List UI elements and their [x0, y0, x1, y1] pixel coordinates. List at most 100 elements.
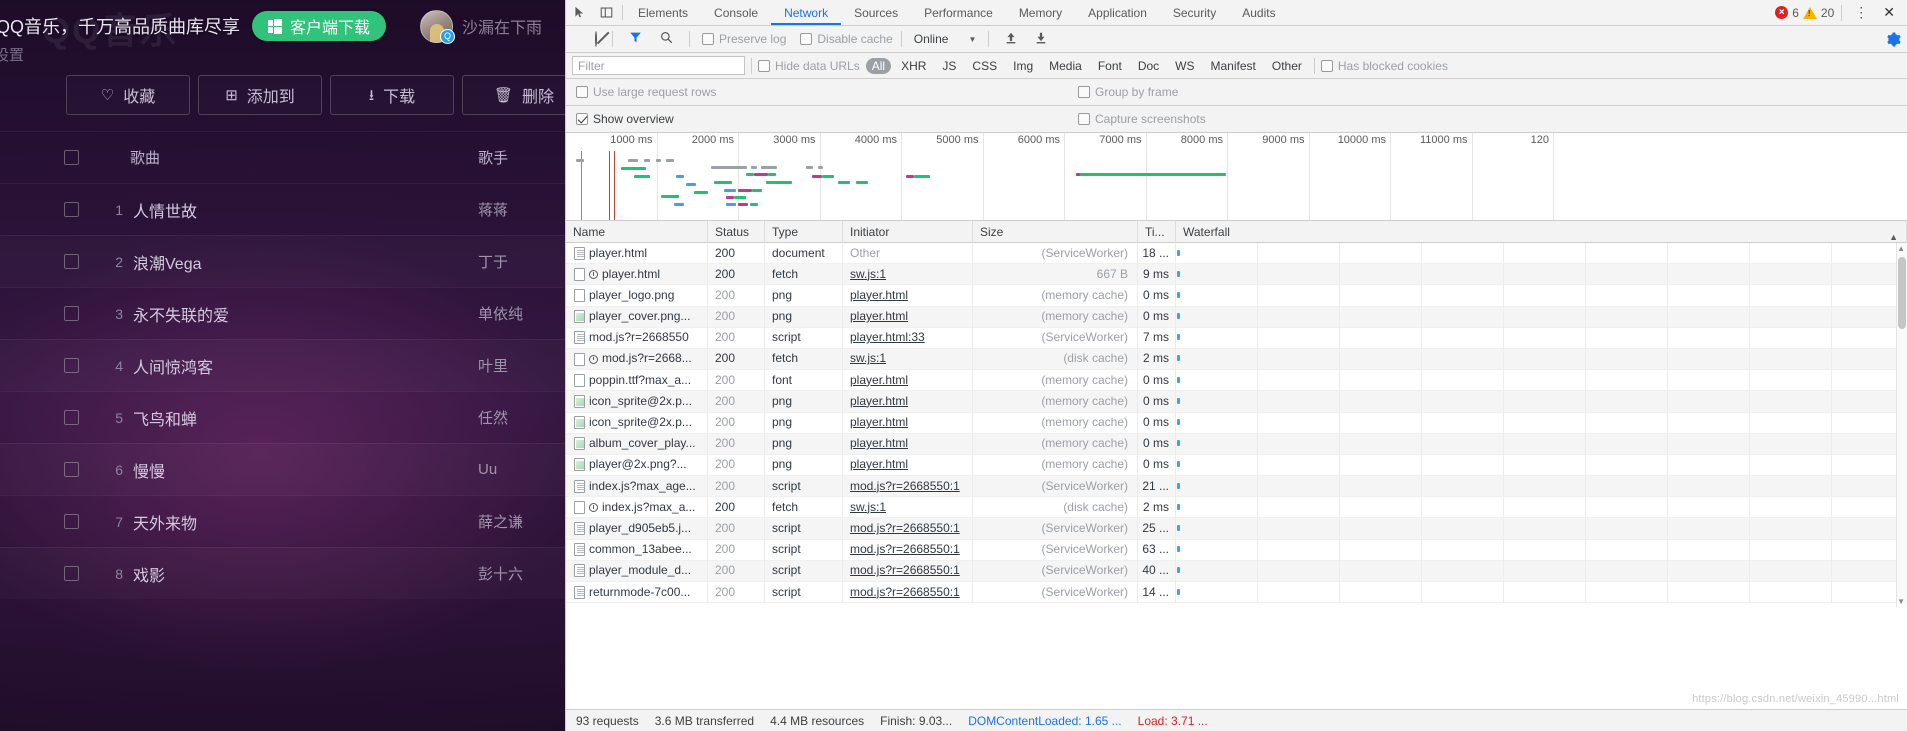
song-artist[interactable]: 叶里	[478, 355, 508, 376]
song-row[interactable]: 7 天外来物 薛之谦	[0, 495, 565, 547]
cell-name[interactable]: player.html	[566, 263, 708, 285]
filter-type-font[interactable]: Font	[1092, 58, 1128, 74]
initiator-value[interactable]: player.html:33	[850, 330, 925, 344]
cell-name[interactable]: player_d905eb5.j...	[566, 517, 708, 540]
preserve-log-checkbox[interactable]: Preserve log	[702, 32, 786, 46]
cell-name[interactable]: common_13abee...	[566, 539, 708, 561]
song-artist[interactable]: 彭十六	[478, 563, 523, 584]
initiator-value[interactable]: player.html	[850, 309, 908, 323]
song-title[interactable]: 戏影	[133, 562, 165, 586]
cell-name[interactable]: mod.js?r=2668...	[566, 348, 708, 370]
song-checkbox[interactable]	[64, 514, 79, 529]
song-checkbox[interactable]	[64, 410, 79, 425]
disable-cache-checkbox[interactable]: Disable cache	[800, 32, 893, 46]
song-title[interactable]: 人情世故	[133, 198, 197, 222]
tab-console[interactable]: Console	[701, 0, 771, 25]
cell-initiator[interactable]: player.html:33	[843, 327, 973, 349]
song-row[interactable]: 4 人间惊鸿客 叶里	[0, 339, 565, 391]
use-large-request-rows-checkbox[interactable]: Use large request rows	[576, 85, 716, 99]
cell-name[interactable]: player_cover.png...	[566, 306, 708, 328]
song-row[interactable]: 2 浪潮Vega 丁于	[0, 235, 565, 287]
cell-name[interactable]: icon_sprite@2x.p...	[566, 390, 708, 412]
scroll-up-icon[interactable]: ▲	[1897, 244, 1905, 253]
filter-type-js[interactable]: JS	[936, 58, 962, 74]
disable-cache-box[interactable]	[800, 33, 813, 45]
initiator-value[interactable]: sw.js:1	[850, 267, 886, 281]
song-title[interactable]: 天外来物	[133, 510, 197, 534]
cell-initiator[interactable]: sw.js:1	[843, 348, 973, 370]
cell-initiator[interactable]: mod.js?r=2668550:1	[843, 560, 973, 582]
table-row[interactable]: common_13abee... 200 script mod.js?r=266855…	[566, 539, 1907, 561]
table-row[interactable]: icon_sprite@2x.p... 200 png player.html (mem…	[566, 390, 1907, 413]
cell-name[interactable]: returnmode-7c00...	[566, 581, 708, 603]
column-header-waterfall[interactable]: Waterfall ▲	[1176, 220, 1907, 243]
filter-type-other[interactable]: Other	[1266, 58, 1308, 74]
cell-name[interactable]: icon_sprite@2x.p...	[566, 412, 708, 434]
playlist-action-1[interactable]: ♡ 收藏	[66, 75, 190, 115]
table-row[interactable]: player@2x.png?... 200 png player.html (memor…	[566, 454, 1907, 477]
cell-initiator[interactable]: player.html	[843, 306, 973, 328]
song-row[interactable]: 1 人情世故 蒋蒋	[0, 183, 565, 235]
warning-badge[interactable]: 20	[1802, 6, 1834, 20]
initiator-value[interactable]: mod.js?r=2668550:1	[850, 585, 960, 599]
table-row[interactable]: album_cover_play... 200 png player.html (mem…	[566, 433, 1907, 455]
initiator-value[interactable]: mod.js?r=2668550:1	[850, 521, 960, 535]
initiator-value[interactable]: player.html	[850, 457, 908, 471]
column-header-size[interactable]: Size	[973, 220, 1138, 243]
song-checkbox[interactable]	[64, 202, 79, 217]
initiator-value[interactable]: player.html	[850, 288, 908, 302]
song-artist[interactable]: 蒋蒋	[478, 199, 508, 220]
song-row[interactable]: 6 慢慢 Uu	[0, 443, 565, 495]
show-overview-checkbox[interactable]: Show overview	[576, 112, 674, 126]
capture-screenshots-checkbox[interactable]: Capture screenshots	[1078, 112, 1206, 126]
tab-performance[interactable]: Performance	[911, 0, 1006, 25]
filter-type-doc[interactable]: Doc	[1132, 58, 1165, 74]
cell-name[interactable]: mod.js?r=2668550	[566, 327, 708, 349]
column-header-initiator[interactable]: Initiator	[843, 220, 973, 243]
tab-sources[interactable]: Sources	[841, 0, 911, 25]
requests-scrollbar[interactable]: ▲ ▼	[1896, 243, 1907, 607]
cell-initiator[interactable]: mod.js?r=2668550:1	[843, 581, 973, 603]
song-title[interactable]: 人间惊鸿客	[133, 354, 213, 378]
initiator-value[interactable]: mod.js?r=2668550:1	[850, 479, 960, 493]
cell-initiator[interactable]: sw.js:1	[843, 496, 973, 518]
song-checkbox[interactable]	[64, 254, 79, 269]
cell-name[interactable]: index.js?max_a...	[566, 496, 708, 518]
song-title[interactable]: 慢慢	[133, 458, 165, 482]
song-checkbox[interactable]	[64, 358, 79, 373]
capture-screenshots-box[interactable]	[1078, 113, 1090, 125]
song-checkbox[interactable]	[64, 306, 79, 321]
song-artist[interactable]: 任然	[478, 407, 508, 428]
cell-name[interactable]: player@2x.png?...	[566, 454, 708, 476]
playlist-action-2[interactable]: ⊞ 添加到	[198, 75, 322, 115]
column-header-name[interactable]: Name	[566, 220, 708, 243]
import-har-icon[interactable]	[997, 31, 1025, 48]
preserve-log-box[interactable]	[702, 33, 714, 45]
close-devtools-icon[interactable]: ✕	[1877, 4, 1901, 21]
tab-memory[interactable]: Memory	[1006, 0, 1075, 25]
cell-initiator[interactable]: player.html	[843, 369, 973, 391]
toggle-device-toolbar-icon[interactable]	[593, 0, 620, 25]
settings-gear-icon[interactable]	[1886, 31, 1901, 47]
song-artist[interactable]: 薛之谦	[478, 511, 523, 532]
throttling-select[interactable]: Online ▼	[910, 32, 981, 46]
inspect-element-icon[interactable]	[566, 0, 593, 25]
song-artist[interactable]: 单依纯	[478, 303, 523, 324]
tab-audits[interactable]: Audits	[1229, 0, 1288, 25]
hide-data-urls-box[interactable]	[758, 59, 770, 72]
cell-initiator[interactable]: sw.js:1	[843, 263, 973, 285]
has-blocked-cookies-box[interactable]	[1320, 59, 1333, 72]
initiator-value[interactable]: mod.js?r=2668550:1	[850, 542, 960, 556]
initiator-value[interactable]: player.html	[850, 436, 908, 450]
filter-toggle-button[interactable]	[621, 31, 650, 47]
column-header-time[interactable]: Ti...	[1138, 220, 1176, 243]
table-row[interactable]: returnmode-7c00... 200 script mod.js?r=2668…	[566, 581, 1907, 604]
settings-link[interactable]: 设置	[0, 44, 24, 65]
table-row[interactable]: icon_sprite@2x.p... 200 png player.html (mem…	[566, 412, 1907, 434]
error-badge[interactable]: × 6	[1775, 6, 1799, 20]
filter-type-media[interactable]: Media	[1043, 58, 1088, 74]
search-button[interactable]	[652, 31, 681, 47]
use-large-request-rows-box[interactable]	[576, 86, 588, 98]
select-all-checkbox[interactable]	[64, 150, 79, 165]
song-checkbox[interactable]	[64, 566, 79, 581]
